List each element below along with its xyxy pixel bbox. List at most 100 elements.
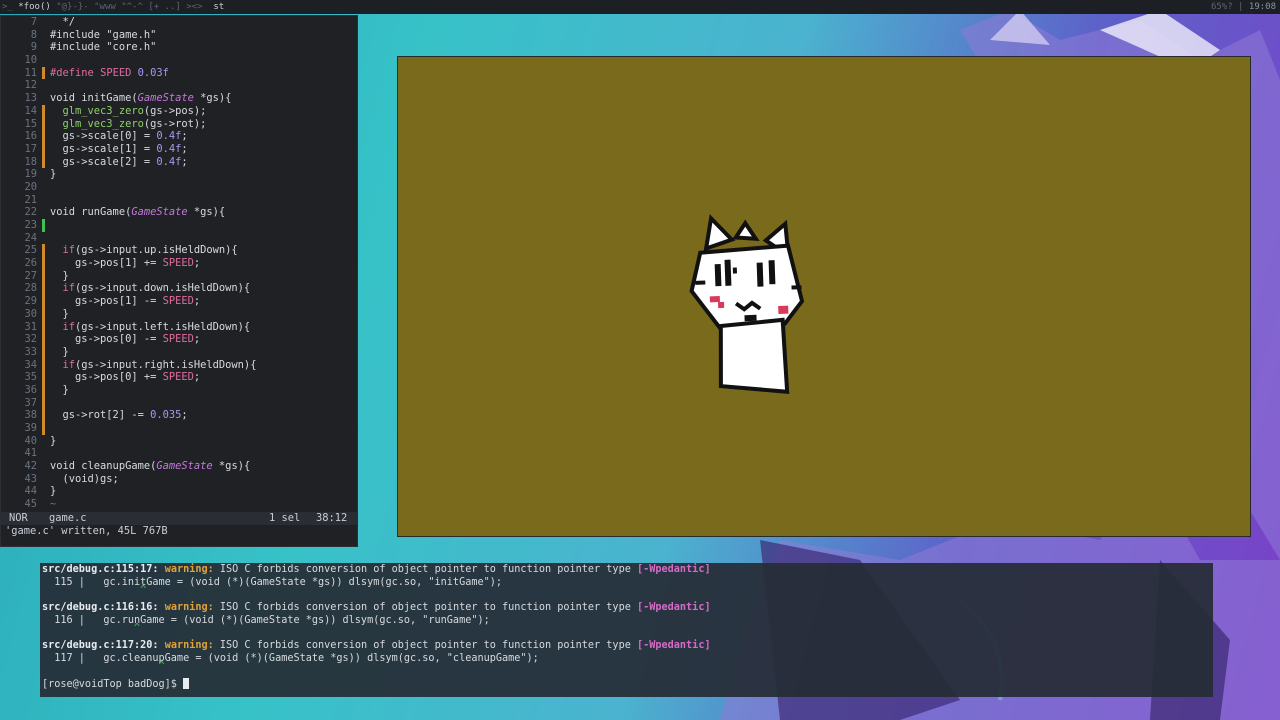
diff-added-marker [42,219,45,232]
line-number: 9 [30,41,37,54]
code-line[interactable]: 40} [1,435,357,448]
line-text: void runGame(GameState *gs){ [50,206,226,219]
code-line[interactable]: 12 [1,79,357,92]
line-text: gs->pos[1] -= SPEED; [50,295,201,308]
line-number: 38 [24,409,37,422]
code-line[interactable]: 42 void cleanupGame(GameState *gs){ [1,460,357,473]
diff-modified-marker [42,130,45,143]
line-text: void cleanupGame(GameState *gs){ [50,460,251,473]
diff-modified-marker [42,409,45,422]
diff-modified-marker [42,307,45,321]
code-line[interactable]: 30 } [1,307,357,321]
diff-modified-marker [42,383,45,397]
line-text: if(gs->input.right.isHeldDown){ [62,358,257,371]
line-number: 8 [30,28,37,41]
code-line[interactable]: 41 [1,447,357,460]
line-number: 7 [30,16,37,28]
code-line[interactable]: 15 glm_vec3_zero(gs->rot); [1,117,357,131]
workspace-tags[interactable]: >_ *foo() °@}-}- "www "^-^ [+ ..] ><> st [2,0,224,14]
line-number: 19 [24,168,37,181]
code-line[interactable]: 44} [1,485,357,498]
warning-label: warning: [164,640,214,651]
line-number: 42 [24,460,37,473]
code-line[interactable]: 34 if(gs->input.right.isHeldDown){ [1,358,357,372]
line-text: gs->pos[0] += SPEED; [50,371,201,384]
code-line[interactable]: 24 [1,232,357,245]
code-line[interactable]: 17 gs->scale[1] = 0.4f; [1,142,357,156]
code-line[interactable]: 19} [1,168,357,181]
code-line[interactable]: 18 gs->scale[2] = 0.4f; [1,155,357,169]
top-status-bar: >_ *foo() °@}-}- "www "^-^ [+ ..] ><> st… [0,0,1280,14]
game-window[interactable] [397,56,1251,537]
editor-mode: NOR [9,512,28,524]
code-line[interactable]: 23 [1,219,357,232]
code-line[interactable]: 21 [1,194,357,207]
code-line[interactable]: 9 #include "core.h" [1,41,357,54]
diff-modified-marker [42,155,45,169]
diff-modified-marker [42,104,45,118]
tag-terminal[interactable]: >_ [2,2,13,12]
code-line[interactable]: 29 gs->pos[1] -= SPEED; [1,295,357,308]
line-number: 30 [24,307,37,320]
warning-header: src/debug.c:117:20: warning: ISO C forbi… [42,640,711,653]
code-view[interactable]: 7 */8 #include "game.h" 9 #include "core.h"… [1,16,357,512]
line-number: 44 [24,485,37,498]
code-line[interactable]: 27 } [1,269,357,283]
tag-active[interactable]: *foo() [18,2,51,12]
line-number: 34 [24,358,37,371]
code-line[interactable]: 11 #define SPEED 0.03f [1,66,357,80]
code-line[interactable]: 26 gs->pos[1] += SPEED; [1,257,357,270]
diff-modified-marker [42,371,45,384]
code-line[interactable]: 37 [1,396,357,410]
line-text: } [50,434,57,447]
line-text: if(gs->input.down.isHeldDown){ [62,282,251,295]
line-number: 26 [24,257,37,270]
code-line[interactable]: 36 } [1,383,357,397]
code-line[interactable]: 45 ~ [1,498,357,511]
diff-modified-marker [42,269,45,283]
code-line[interactable]: 38 gs->rot[2] -= 0.035; [1,409,357,422]
warning-flag: [-Wpedantic] [636,640,711,651]
code-line[interactable]: 8 #include "game.h" [1,29,357,42]
diff-modified-marker [42,282,45,296]
battery-status: 65%? | [1210,2,1249,12]
code-line[interactable]: 7 */ [1,16,357,29]
warning-caret: ^ [42,661,165,672]
selection-count: 1 sel [269,512,301,524]
line-text: */ [50,16,76,28]
code-line[interactable]: 33 } [1,345,357,359]
code-line[interactable]: 14 glm_vec3_zero(gs->pos); [1,104,357,118]
shell-prompt-line[interactable]: [rose@voidTop badDog]$ [42,678,190,691]
code-line[interactable]: 13 void initGame(GameState *gs){ [1,92,357,105]
warning-message: ISO C forbids conversion of object point… [213,602,637,613]
code-line[interactable]: 32 gs->pos[0] -= SPEED; [1,333,357,346]
code-line[interactable]: 28 if(gs->input.down.isHeldDown){ [1,282,357,296]
editor-window[interactable]: 7 */8 #include "game.h" 9 #include "core.h"… [0,15,358,547]
line-number: 22 [24,206,37,219]
warning-flag: [-Wpedantic] [636,564,711,575]
line-number: 18 [24,155,37,168]
code-line[interactable]: 16 gs->scale[0] = 0.4f; [1,130,357,143]
code-line[interactable]: 10 [1,54,357,67]
line-text: gs->pos[0] -= SPEED; [50,333,201,346]
code-line[interactable]: 35 gs->pos[0] += SPEED; [1,371,357,384]
line-number: 24 [24,231,37,244]
code-line[interactable]: 25 if(gs->input.up.isHeldDown){ [1,244,357,258]
code-line[interactable]: 39 [1,422,357,435]
tag-list[interactable]: °@}-}- "www "^-^ [+ ..] ><> [51,2,208,12]
code-line[interactable]: 43 (void)gs; [1,473,357,486]
warning-location: src/debug.c:116:16: [42,602,159,613]
diff-modified-marker [42,257,45,270]
line-number: 43 [24,472,37,485]
code-line[interactable]: 22 void runGame(GameState *gs){ [1,206,357,219]
code-line[interactable]: 31 if(gs->input.left.isHeldDown){ [1,320,357,334]
line-number: 39 [24,422,37,434]
line-number: 37 [24,396,37,409]
line-text: ~ [50,498,57,511]
code-line[interactable]: 20 [1,181,357,194]
line-number: 29 [24,295,37,308]
line-number: 20 [24,180,37,193]
editor-command-line[interactable]: 'game.c' written, 45L 767B [1,525,361,538]
line-number: 27 [24,269,37,282]
terminal-window[interactable]: [rose@voidTop badDog]$ src/debug.c:115:1… [40,563,1213,697]
